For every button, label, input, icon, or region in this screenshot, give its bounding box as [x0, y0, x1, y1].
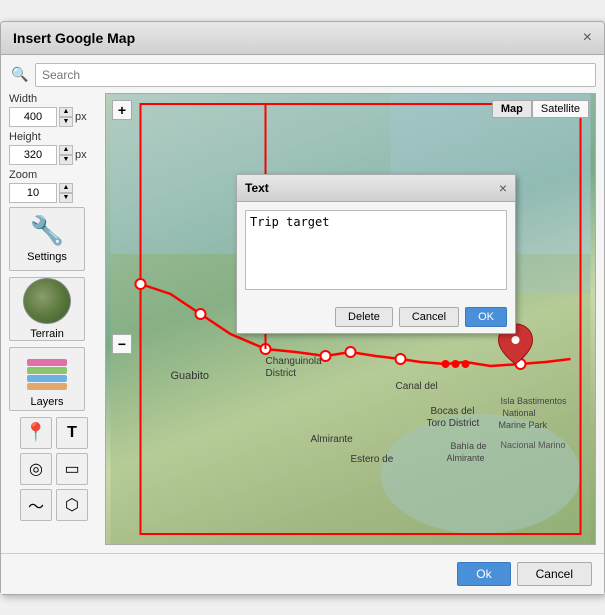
- text-cancel-button[interactable]: Cancel: [399, 307, 459, 327]
- map-area: Guabito Changuinola District Canal del B…: [105, 93, 596, 545]
- text-delete-button[interactable]: Delete: [335, 307, 393, 327]
- svg-text:Marine Park: Marine Park: [499, 420, 548, 430]
- circle-tool-button[interactable]: ◎: [20, 453, 52, 485]
- svg-text:Bahía de: Bahía de: [451, 441, 487, 451]
- layers-label: Layers: [30, 396, 63, 408]
- line-tool-button[interactable]: 〜: [20, 489, 52, 521]
- text-popup-body: Trip target: [237, 202, 515, 301]
- zoom-label: Zoom: [9, 169, 99, 181]
- svg-text:Guabito: Guabito: [171, 370, 210, 382]
- width-spinner: ▲ ▼: [59, 107, 73, 127]
- icon-tools-row: 📍 T ◎ ▭ 〜 ⬡: [9, 417, 99, 521]
- width-unit: px: [75, 111, 87, 123]
- insert-google-map-dialog: Insert Google Map × 🔍 Width ▲ ▼: [0, 21, 605, 595]
- map-type-controls: Map Satellite: [492, 100, 589, 118]
- text-popup-title: Text: [245, 181, 269, 195]
- terrain-button[interactable]: Terrain: [9, 277, 85, 341]
- width-down-button[interactable]: ▼: [59, 117, 73, 127]
- search-row: 🔍: [9, 63, 596, 87]
- ok-button[interactable]: Ok: [457, 562, 510, 586]
- dialog-titlebar: Insert Google Map ×: [1, 22, 604, 55]
- height-up-button[interactable]: ▲: [59, 145, 73, 155]
- svg-text:Changuinola: Changuinola: [266, 356, 323, 367]
- layers-button[interactable]: Layers: [9, 347, 85, 411]
- zoom-input[interactable]: [9, 183, 57, 203]
- height-label: Height: [9, 131, 99, 143]
- svg-text:Bocas del: Bocas del: [431, 406, 475, 417]
- text-popup-textarea[interactable]: Trip target: [245, 210, 507, 290]
- map-container[interactable]: Guabito Changuinola District Canal del B…: [106, 94, 595, 544]
- height-spinner: ▲ ▼: [59, 145, 73, 165]
- height-input-row: ▲ ▼ px: [9, 145, 99, 165]
- height-group: Height ▲ ▼ px: [9, 131, 99, 165]
- cancel-button[interactable]: Cancel: [517, 562, 592, 586]
- width-input-row: ▲ ▼ px: [9, 107, 99, 127]
- settings-icon: 🔧: [30, 214, 65, 247]
- polygon-tool-button[interactable]: ⬡: [56, 489, 88, 521]
- text-popup-titlebar: Text ×: [237, 175, 515, 202]
- search-input[interactable]: [35, 63, 596, 87]
- height-unit: px: [75, 149, 87, 161]
- width-input[interactable]: [9, 107, 57, 127]
- main-content: Width ▲ ▼ px Height: [9, 93, 596, 545]
- map-zoom-in-button[interactable]: +: [112, 100, 132, 120]
- layers-icon: [23, 350, 71, 392]
- svg-text:Isla Bastimentos: Isla Bastimentos: [501, 396, 568, 406]
- width-up-button[interactable]: ▲: [59, 107, 73, 117]
- dialog-footer: Ok Cancel: [1, 553, 604, 594]
- text-popup-footer: Delete Cancel OK: [237, 301, 515, 333]
- dialog-body: 🔍 Width ▲ ▼ px: [1, 55, 604, 553]
- dialog-close-button[interactable]: ×: [583, 30, 592, 46]
- svg-text:Canal del: Canal del: [396, 381, 438, 392]
- svg-text:National: National: [503, 408, 536, 418]
- width-group: Width ▲ ▼ px: [9, 93, 99, 127]
- height-input[interactable]: [9, 145, 57, 165]
- settings-button[interactable]: 🔧 Settings: [9, 207, 85, 271]
- pin-tool-button[interactable]: 📍: [20, 417, 52, 449]
- text-tool-button[interactable]: T: [56, 417, 88, 449]
- terrain-label: Terrain: [30, 328, 64, 340]
- terrain-icon: [23, 278, 71, 324]
- svg-text:District: District: [266, 368, 297, 379]
- left-panel: Width ▲ ▼ px Height: [9, 93, 99, 545]
- zoom-up-button[interactable]: ▲: [59, 183, 73, 193]
- svg-text:Toro District: Toro District: [427, 418, 480, 429]
- rect-tool-button[interactable]: ▭: [56, 453, 88, 485]
- svg-text:Almirante: Almirante: [311, 434, 354, 445]
- height-down-button[interactable]: ▼: [59, 155, 73, 165]
- zoom-down-button[interactable]: ▼: [59, 193, 73, 203]
- text-popup-close-button[interactable]: ×: [499, 180, 507, 196]
- text-popup: Text × Trip target Delete Cancel OK: [236, 174, 516, 334]
- zoom-group: Zoom ▲ ▼: [9, 169, 99, 203]
- dialog-title: Insert Google Map: [13, 30, 135, 46]
- map-type-map-button[interactable]: Map: [492, 100, 532, 118]
- map-type-satellite-button[interactable]: Satellite: [532, 100, 589, 118]
- zoom-spinner: ▲ ▼: [59, 183, 73, 203]
- svg-text:Nacional Marino: Nacional Marino: [501, 440, 566, 450]
- text-ok-button[interactable]: OK: [465, 307, 507, 327]
- map-zoom-out-button[interactable]: −: [112, 334, 132, 354]
- map-background: Guabito Changuinola District Canal del B…: [106, 94, 595, 544]
- svg-text:Estero de: Estero de: [351, 454, 394, 465]
- zoom-input-row: ▲ ▼: [9, 183, 99, 203]
- width-label: Width: [9, 93, 99, 105]
- svg-text:Almirante: Almirante: [447, 453, 485, 463]
- settings-label: Settings: [27, 251, 67, 263]
- search-icon[interactable]: 🔍: [9, 64, 31, 86]
